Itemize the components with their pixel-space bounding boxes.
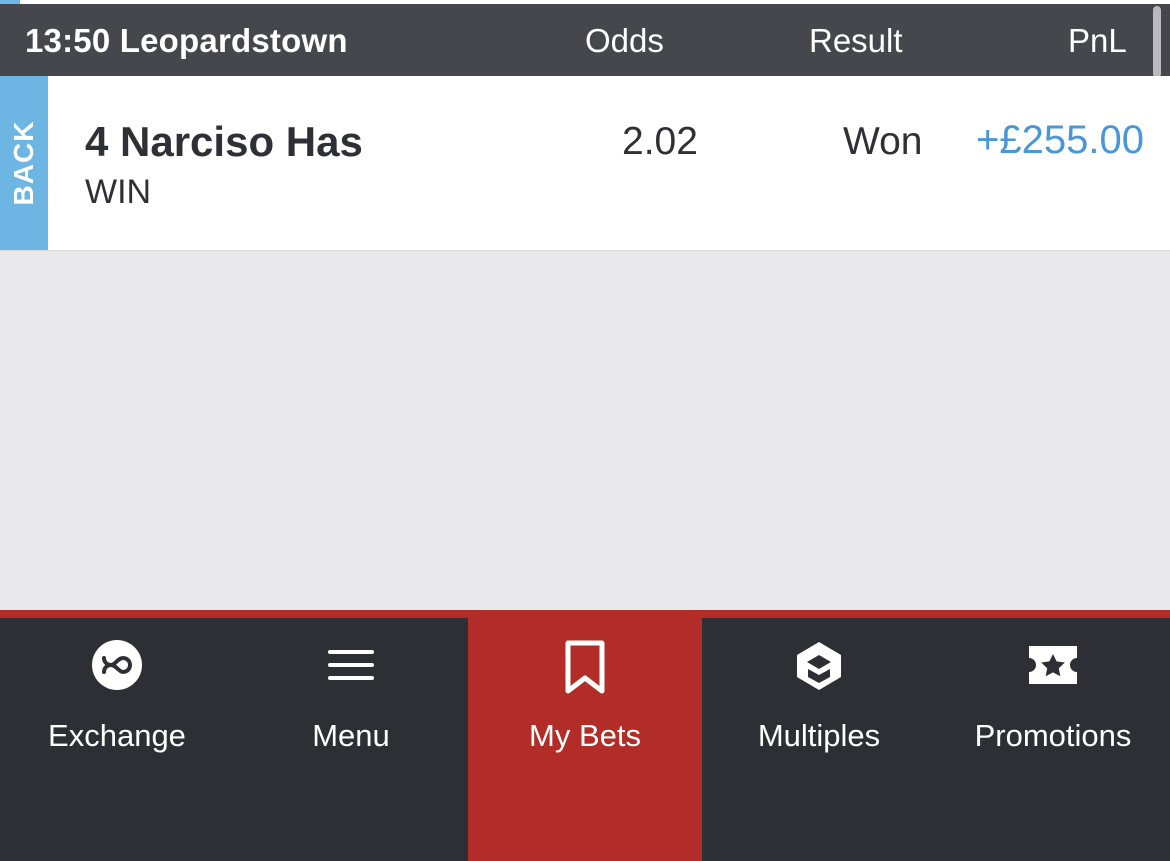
my-bets-screen: 13:50 Leopardstown Odds Result PnL BACK … <box>0 0 1170 861</box>
bet-odds: 2.02 <box>622 120 698 163</box>
nav-item-exchange[interactable]: Exchange <box>0 618 234 861</box>
nav-label-promotions: Promotions <box>974 718 1132 753</box>
bottom-navigation: Exchange Menu My Bets Multiples Promotio… <box>0 618 1170 861</box>
market-header: 13:50 Leopardstown Odds Result PnL <box>0 4 1170 76</box>
multiples-icon <box>702 638 936 698</box>
bet-result: Won <box>843 120 923 163</box>
nav-item-menu[interactable]: Menu <box>234 618 468 861</box>
bet-pnl: +£255.00 <box>976 118 1144 162</box>
market-title: 13:50 Leopardstown <box>25 22 348 59</box>
ticket-star-icon <box>936 638 1170 698</box>
empty-content-area <box>0 251 1170 610</box>
nav-label-menu: Menu <box>312 718 390 753</box>
back-side-tag: BACK <box>0 76 48 250</box>
bet-row[interactable]: BACK 4 Narciso Has WIN 2.02 Won +£255.00 <box>0 76 1170 251</box>
nav-item-my-bets[interactable]: My Bets <box>468 618 702 861</box>
bookmark-icon <box>468 638 702 698</box>
exchange-infinity-icon <box>0 638 234 698</box>
runner-name: 4 Narciso Has <box>85 118 363 165</box>
nav-item-multiples[interactable]: Multiples <box>702 618 936 861</box>
nav-top-border <box>0 610 1170 618</box>
result-column-header: Result <box>809 22 903 59</box>
market-type: WIN <box>85 173 152 211</box>
scrollbar[interactable] <box>1153 6 1161 78</box>
nav-item-promotions[interactable]: Promotions <box>936 618 1170 861</box>
nav-label-exchange: Exchange <box>48 718 186 753</box>
pnl-column-header: PnL <box>1068 22 1127 59</box>
bet-side-label: BACK <box>8 120 39 206</box>
nav-label-multiples: Multiples <box>757 718 881 753</box>
odds-column-header: Odds <box>585 22 664 59</box>
hamburger-menu-icon <box>234 638 468 698</box>
nav-label-my-bets: My Bets <box>529 718 641 753</box>
